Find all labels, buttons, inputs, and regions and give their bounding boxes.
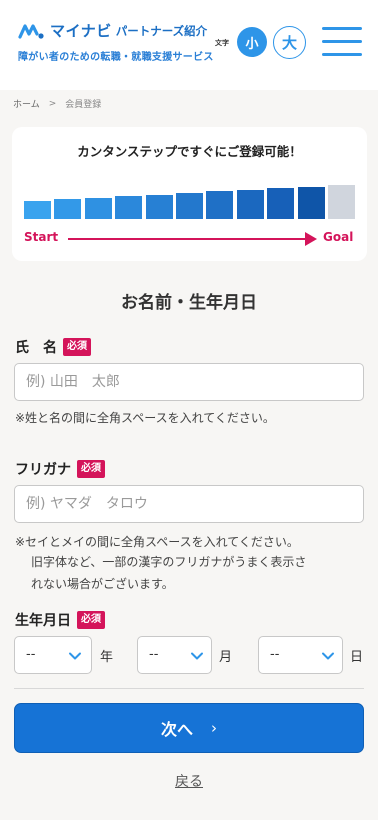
birth-month-select[interactable]: -- (137, 636, 212, 674)
birthdate-label-text: 生年月日 (15, 613, 71, 629)
required-badge: 必須 (63, 338, 91, 356)
progress-step (145, 194, 173, 219)
birthdate-label: 生年月日 必須 (15, 610, 105, 630)
breadcrumb-separator: > (48, 98, 57, 109)
progress-start-label: Start (24, 230, 59, 244)
breadcrumb-home[interactable]: ホーム (13, 97, 40, 110)
breadcrumb-current: 会員登録 (65, 100, 102, 110)
required-badge: 必須 (77, 460, 105, 478)
birth-day-select[interactable]: -- (258, 636, 343, 674)
name-note: ※姓と名の間に全角スペースを入れてください。 (15, 411, 275, 425)
progress-card: カンタンステップですぐにご登録可能！ Start Goal (12, 127, 367, 261)
month-unit: 月 (219, 650, 233, 665)
furigana-note-line3: れない場合がございます。 (31, 577, 174, 591)
chevron-down-icon (191, 652, 203, 660)
next-button-label: 次へ (160, 720, 193, 739)
logo-main-text: マイナビ (50, 22, 112, 40)
breadcrumb: ホーム > 会員登録 (13, 97, 102, 111)
progress-step (236, 189, 264, 219)
progress-step (24, 201, 51, 219)
progress-arrow-line (68, 238, 308, 240)
progress-step (297, 186, 325, 219)
progress-step (206, 191, 234, 219)
font-size-small-button[interactable]: 小 (237, 27, 267, 57)
year-unit: 年 (100, 650, 114, 665)
chevron-down-icon (69, 652, 81, 660)
hamburger-menu-icon[interactable] (322, 27, 362, 57)
birth-day-value: -- (270, 647, 280, 662)
font-size-large-button[interactable]: 大 (273, 26, 306, 59)
birth-month-value: -- (149, 647, 159, 662)
progress-steps (24, 183, 355, 219)
back-link[interactable]: 戻る (0, 771, 378, 791)
progress-step (328, 185, 355, 219)
progress-arrow-icon (305, 232, 317, 246)
birth-year-value: -- (26, 647, 36, 662)
divider (14, 688, 364, 689)
furigana-note-line1: ※セイとメイの間に全角スペースを入れてください。 (15, 535, 299, 549)
progress-step (267, 188, 295, 219)
day-unit: 日 (350, 650, 364, 665)
birth-year-select[interactable]: -- (14, 636, 92, 674)
furigana-note-line2: 旧字体など、一部の漢字のフリガナがうまく表示さ (31, 555, 307, 569)
progress-step (115, 196, 143, 219)
progress-goal-label: Goal (323, 230, 354, 244)
logo-tagline: 障がい者のための転職・就職支援サービス (18, 52, 214, 63)
name-label-text: 氏 名 (15, 340, 57, 356)
name-label: 氏 名 必須 (15, 337, 91, 357)
font-size-label: 文字 (215, 39, 229, 47)
next-button[interactable]: 次へ › (14, 703, 364, 753)
form-section-title: お名前・生年月日 (121, 293, 257, 313)
progress-step (84, 197, 112, 219)
progress-title: カンタンステップですぐにご登録可能！ (77, 144, 302, 159)
name-input[interactable] (14, 363, 364, 401)
furigana-label: フリガナ 必須 (15, 459, 105, 479)
furigana-input[interactable] (14, 485, 364, 523)
chevron-right-icon: › (211, 719, 217, 737)
progress-step (54, 199, 82, 219)
furigana-label-text: フリガナ (15, 462, 71, 478)
progress-step (176, 193, 203, 219)
logo-mark-icon (18, 23, 44, 39)
chevron-down-icon (322, 652, 334, 660)
required-badge: 必須 (77, 611, 105, 629)
logo[interactable]: マイナビ パートナーズ紹介 (18, 20, 207, 41)
site-header: マイナビ パートナーズ紹介 障がい者のための転職・就職支援サービス 文字 小 大 (0, 0, 378, 90)
logo-sub-text: パートナーズ紹介 (115, 23, 208, 38)
